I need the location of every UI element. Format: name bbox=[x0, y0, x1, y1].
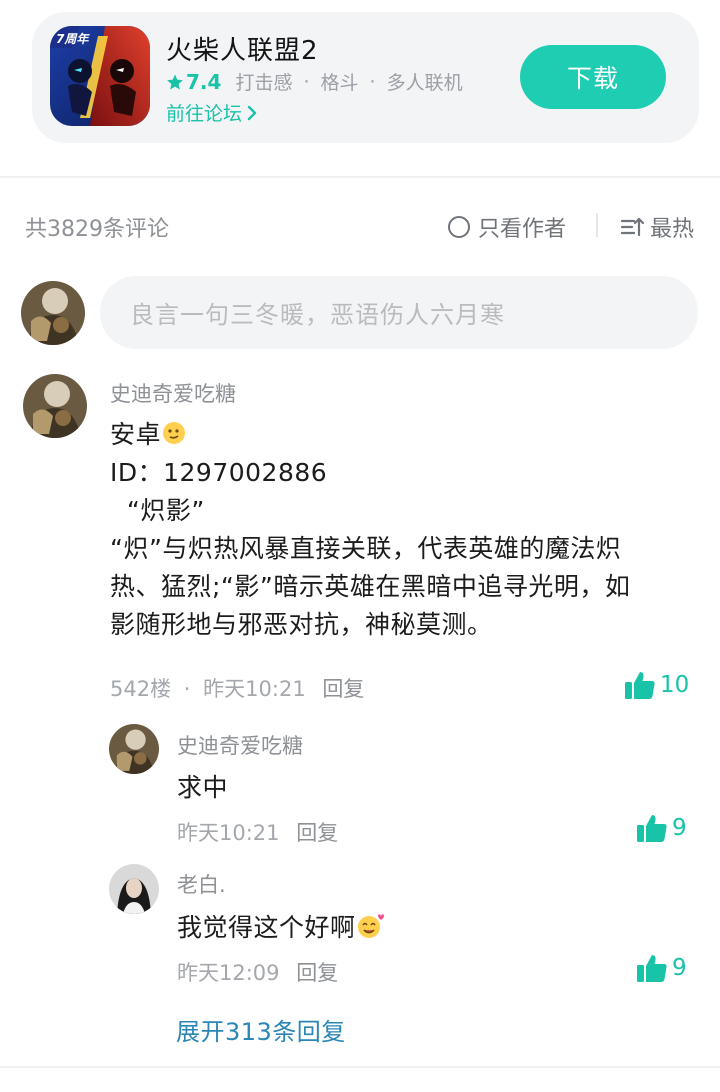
comment-count: 共3829条评论 bbox=[25, 217, 169, 242]
reply-text: 求中 bbox=[177, 773, 229, 802]
meta-dot: · bbox=[183, 677, 191, 701]
radio-circle-icon bbox=[448, 216, 470, 238]
tag-separator: · bbox=[303, 70, 310, 93]
reply-time: 昨天10:21 bbox=[177, 821, 280, 845]
toolbar-divider bbox=[596, 213, 598, 237]
floor-number: 542楼 bbox=[110, 677, 172, 701]
section-divider bbox=[0, 176, 720, 178]
comment-input[interactable]: 良言一句三冬暖，恶语伤人六月寒 bbox=[100, 276, 698, 349]
like-button[interactable]: 9 bbox=[636, 953, 687, 983]
reply-text: 我觉得这个好啊 bbox=[177, 909, 384, 947]
like-count: 10 bbox=[660, 672, 690, 698]
thumbs-up-icon bbox=[637, 815, 667, 842]
star-icon bbox=[167, 74, 183, 89]
thumbs-up-icon bbox=[637, 955, 667, 982]
comment-line: “炽影” bbox=[110, 496, 205, 525]
download-button[interactable]: 下载 bbox=[520, 45, 666, 109]
app-rating: 7.4 bbox=[166, 70, 221, 94]
app-icon[interactable]: 7周年 bbox=[50, 26, 150, 126]
tag-separator: · bbox=[369, 70, 376, 93]
like-button[interactable]: 10 bbox=[624, 670, 689, 700]
emoji-icon bbox=[357, 914, 384, 938]
current-user-avatar[interactable] bbox=[21, 281, 85, 345]
comment-meta: 542楼 · 昨天10:21 回复 bbox=[110, 673, 364, 703]
app-card[interactable]: 7周年 火柴人联盟2 7.4 打击感 · 格斗 · 多人联机 前往论坛 下载 bbox=[32, 12, 699, 143]
reply-username[interactable]: 老白. bbox=[177, 869, 226, 899]
comment-line: “炽”与炽热风暴直接关联，代表英雄的魔法炽 bbox=[110, 534, 622, 563]
app-tag: 多人联机 bbox=[386, 72, 463, 94]
sort-button[interactable]: 最热 bbox=[620, 211, 694, 243]
author-only-toggle[interactable]: 只看作者 bbox=[448, 211, 566, 243]
chevron-right-icon bbox=[247, 105, 257, 120]
comment-line: 影随形地与邪恶对抗，神秘莫测。 bbox=[110, 610, 493, 639]
app-tag: 打击感 bbox=[235, 72, 293, 94]
comment-line: 热、猛烈;“影”暗示英雄在黑暗中追寻光明，如 bbox=[110, 572, 631, 601]
like-count: 9 bbox=[672, 815, 687, 841]
app-title[interactable]: 火柴人联盟2 bbox=[166, 30, 319, 67]
sort-icon bbox=[620, 217, 644, 237]
avatar[interactable] bbox=[23, 374, 87, 438]
thumbs-up-icon bbox=[625, 672, 655, 699]
reply-button[interactable]: 回复 bbox=[296, 961, 338, 985]
rating-value: 7.4 bbox=[186, 69, 222, 94]
reply-meta: 昨天12:09 回复 bbox=[177, 957, 338, 987]
avatar[interactable] bbox=[109, 864, 159, 914]
forum-link[interactable]: 前往论坛 bbox=[166, 99, 257, 126]
forum-link-label: 前往论坛 bbox=[166, 103, 243, 125]
comment-body: 安卓 ID：1297002886 “炽影” “炽”与炽热风暴直接关联，代表英雄的… bbox=[110, 416, 630, 644]
app-tag: 格斗 bbox=[320, 72, 359, 94]
comment-time: 昨天10:21 bbox=[203, 677, 306, 701]
reply-time: 昨天12:09 bbox=[177, 961, 280, 985]
anniversary-badge: 7周年 bbox=[56, 32, 89, 46]
reply-button[interactable]: 回复 bbox=[322, 677, 364, 701]
section-divider bbox=[0, 1066, 720, 1068]
emoji-icon bbox=[163, 422, 186, 444]
reply-username[interactable]: 史迪奇爱吃糖 bbox=[177, 730, 303, 760]
comment-line: 安卓 bbox=[110, 416, 630, 454]
app-meta: 7.4 打击感 · 格斗 · 多人联机 bbox=[166, 68, 463, 95]
sort-label: 最热 bbox=[650, 217, 695, 242]
like-count: 9 bbox=[672, 955, 687, 981]
comment-line: ID：1297002886 bbox=[110, 458, 328, 487]
reply-button[interactable]: 回复 bbox=[296, 821, 338, 845]
expand-replies-link[interactable]: 展开313条回复 bbox=[176, 1012, 346, 1047]
comment-username[interactable]: 史迪奇爱吃糖 bbox=[110, 378, 236, 408]
author-only-label: 只看作者 bbox=[478, 217, 567, 242]
avatar[interactable] bbox=[109, 724, 159, 774]
like-button[interactable]: 9 bbox=[636, 813, 687, 843]
reply-meta: 昨天10:21 回复 bbox=[177, 817, 338, 847]
